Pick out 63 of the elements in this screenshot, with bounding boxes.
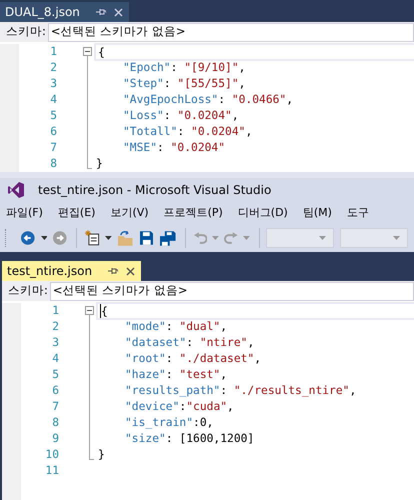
- code-line: "Loss": "0.0204",: [123, 108, 239, 124]
- schema-label: 스키마:: [8, 282, 48, 300]
- dropdown-caret-icon[interactable]: [105, 236, 112, 240]
- line-number: 1: [49, 44, 57, 60]
- line-number: 7: [49, 140, 57, 156]
- code-line: "device":"cuda",: [125, 399, 234, 415]
- code-line: }: [98, 447, 105, 463]
- code-line: "dataset": "ntire",: [125, 335, 254, 351]
- window-title: test_ntire.json - Microsoft Visual Studio: [38, 182, 272, 199]
- line-number: 1: [51, 303, 59, 319]
- save-all-icon[interactable]: [160, 230, 176, 246]
- code-line: "Epoch": "[9/10]",: [123, 60, 246, 76]
- document-tab[interactable]: test_ntire.json: [2, 261, 142, 281]
- line-number: 9: [51, 431, 59, 447]
- menu-item[interactable]: 파일(F): [1, 204, 48, 222]
- menu-item[interactable]: 도구: [342, 204, 374, 222]
- code-line: "mode": "dual",: [125, 319, 228, 335]
- code-line: "Step": "[55/55]",: [123, 76, 246, 92]
- collapse-icon[interactable]: [85, 306, 94, 315]
- code-line: "haze": "test",: [125, 367, 228, 383]
- code-line: {: [98, 45, 105, 59]
- line-number: 4: [51, 351, 59, 367]
- schema-label: 스키마:: [6, 23, 46, 40]
- menu-item[interactable]: 팀(M): [298, 204, 337, 222]
- code-line: "is_train":0,: [125, 415, 214, 431]
- menu-item[interactable]: 편집(E): [52, 204, 100, 222]
- new-project-icon[interactable]: [84, 230, 100, 246]
- line-number: 2: [51, 319, 59, 335]
- code-line: "MSE": "0.0204": [123, 140, 226, 156]
- line-number: 3: [49, 76, 57, 92]
- line-number: 5: [49, 108, 57, 124]
- line-number: 6: [49, 124, 57, 140]
- menu-item[interactable]: 프로젝트(P): [158, 204, 228, 222]
- line-number: 3: [51, 335, 59, 351]
- line-number: 10: [44, 447, 59, 463]
- schema-field[interactable]: <선택된 스키마가 없음>: [48, 22, 414, 42]
- line-number: 8: [51, 415, 59, 431]
- line-number: 5: [51, 367, 59, 383]
- folder-icon[interactable]: [117, 230, 134, 246]
- line-number: 8: [49, 156, 57, 172]
- line-number: 4: [49, 92, 57, 108]
- app-logo: [8, 182, 24, 198]
- save-icon[interactable]: [140, 231, 154, 245]
- collapse-icon[interactable]: [83, 47, 92, 56]
- line-number: 2: [49, 60, 57, 76]
- schema-field[interactable]: <선택된 스키마가 없음>: [50, 282, 414, 300]
- code-line: "root": "./dataset",: [125, 351, 262, 367]
- code-line: }: [96, 156, 103, 172]
- back-icon[interactable]: [20, 231, 35, 245]
- pin-icon[interactable]: [108, 267, 118, 275]
- close-icon[interactable]: [126, 266, 136, 276]
- code-line: "AvgEpochLoss": "0.0466",: [123, 92, 294, 108]
- dropdown-caret-icon[interactable]: [40, 236, 48, 240]
- code-line: {: [101, 304, 108, 318]
- code-line: "results_path": "./results_ntire",: [125, 383, 356, 399]
- code-line: "Totall": "0.0204",: [123, 124, 252, 140]
- text-cursor: [100, 304, 101, 318]
- line-number: 11: [44, 463, 59, 479]
- line-number: 6: [51, 383, 59, 399]
- menu-item[interactable]: 디버그(D): [232, 204, 293, 222]
- menu-item[interactable]: 보기(V): [105, 204, 154, 222]
- code-line: "size": [1600,1200]: [125, 431, 254, 447]
- line-number: 7: [51, 399, 59, 415]
